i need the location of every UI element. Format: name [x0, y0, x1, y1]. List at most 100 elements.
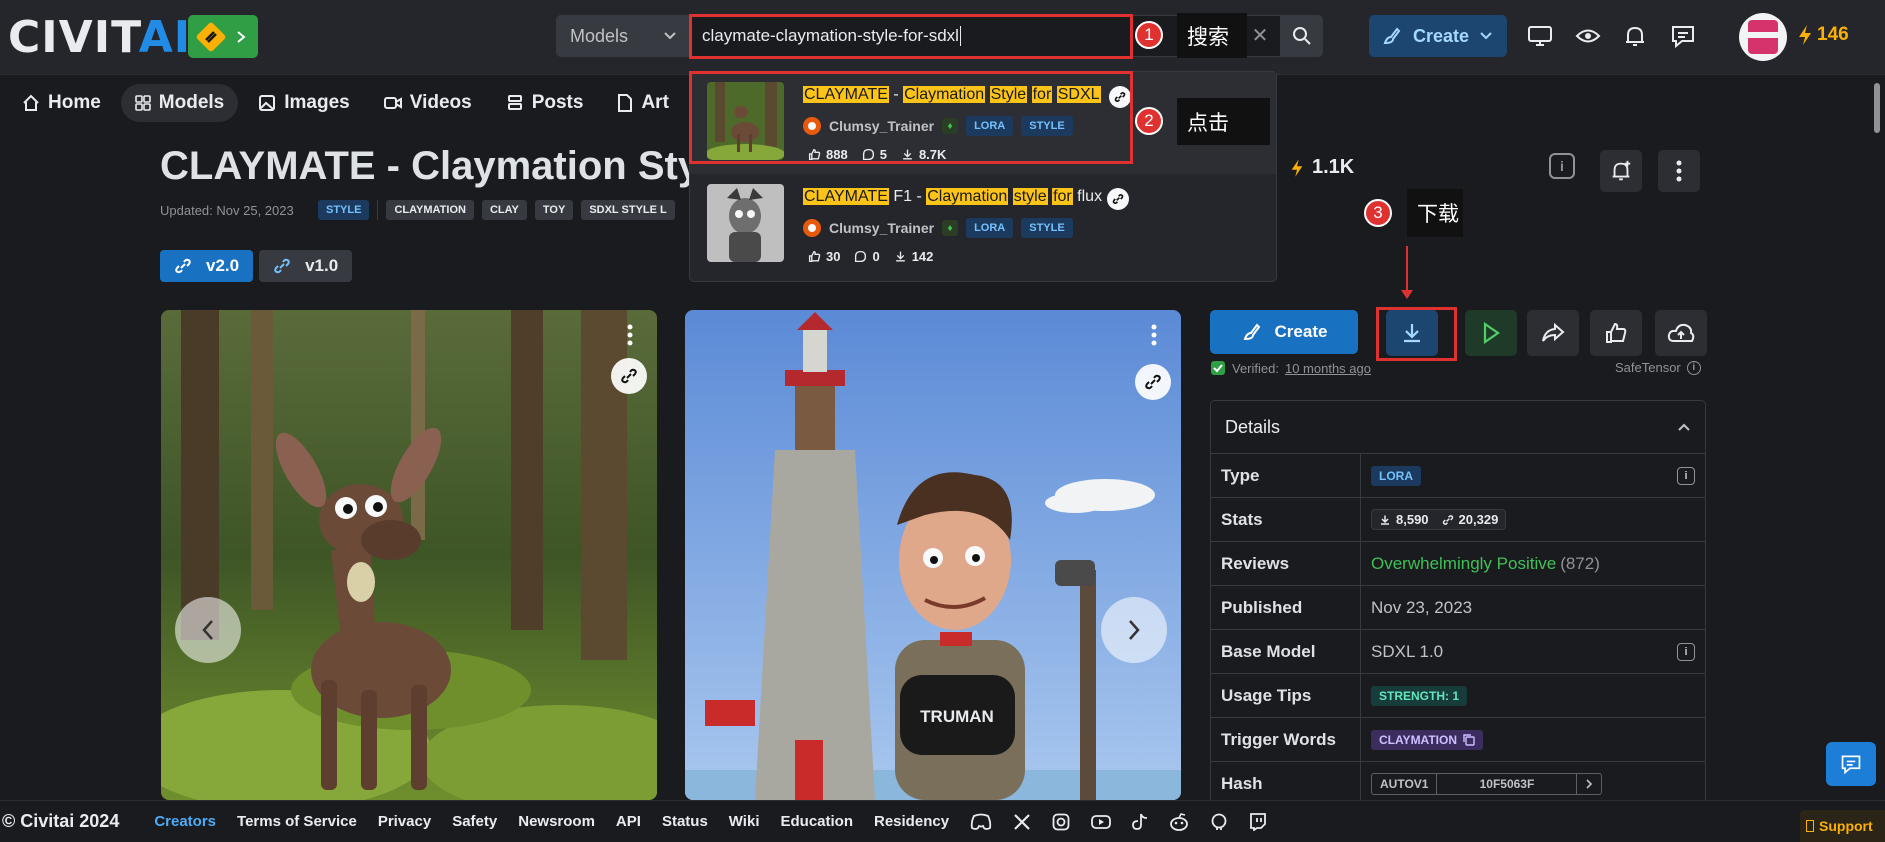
footer-link-wiki[interactable]: Wiki: [729, 813, 760, 830]
downloads-count: 142: [911, 249, 934, 264]
page-scrollbar[interactable]: [1874, 83, 1880, 133]
run-model-button[interactable]: [1465, 310, 1517, 356]
footer-link-residency[interactable]: Residency: [874, 813, 949, 830]
instagram-icon[interactable]: [1052, 813, 1070, 831]
reviews-summary-link[interactable]: Overwhelmingly Positive: [1371, 554, 1556, 574]
search-result-item[interactable]: CLAYMATE F1 - Claymation style for flux …: [690, 174, 1276, 276]
footer-link-api[interactable]: API: [616, 813, 641, 830]
tiktok-icon[interactable]: [1132, 813, 1148, 831]
dots-vertical-icon: [1676, 160, 1682, 182]
more-options-button[interactable]: [1658, 150, 1700, 192]
tag-divider: [377, 200, 379, 220]
carousel-prev-button[interactable]: [175, 597, 241, 663]
nav-articles-label: Art: [641, 92, 669, 113]
footer-link-privacy[interactable]: Privacy: [378, 813, 431, 830]
footer: © Civitai 2024 Creators Terms of Service…: [0, 800, 1885, 842]
clear-search-icon[interactable]: ✕: [1248, 23, 1272, 47]
youtube-icon[interactable]: [1091, 813, 1111, 831]
civitai-logo[interactable]: CIVITAI: [8, 12, 191, 63]
nav-models[interactable]: Models: [120, 84, 239, 122]
nav-home[interactable]: Home: [8, 84, 115, 122]
trigger-word-chip[interactable]: CLAYMATION: [1371, 729, 1483, 750]
eye-icon[interactable]: [1570, 18, 1606, 54]
search-category-select[interactable]: Models: [556, 15, 691, 57]
tag-chip[interactable]: TOY: [534, 200, 574, 220]
image-menu-icon[interactable]: [627, 324, 633, 346]
x-twitter-icon[interactable]: [1013, 813, 1031, 831]
creator-badge-icon: ♦: [942, 220, 959, 236]
search-button[interactable]: [1281, 15, 1323, 57]
nav-videos-label: Videos: [409, 92, 472, 113]
version-tab-v1[interactable]: v1.0: [259, 250, 353, 282]
footer-link-safety[interactable]: Safety: [452, 813, 497, 830]
info-icon[interactable]: i: [1677, 466, 1695, 485]
info-icon[interactable]: i: [1677, 642, 1695, 661]
tag-chip[interactable]: CLAY: [481, 200, 527, 220]
highlighted-match: CLAYMATE: [803, 188, 889, 205]
like-button[interactable]: [1590, 310, 1642, 356]
download-count-badge: 8,590 20,329: [1371, 509, 1507, 530]
user-avatar[interactable]: [1739, 13, 1787, 61]
details-header[interactable]: Details: [1211, 401, 1705, 453]
layers-icon: [507, 95, 522, 110]
tag-chip[interactable]: SDXL STYLE L: [581, 200, 675, 220]
model-link-badge[interactable]: [1135, 364, 1171, 400]
preview-image-truman[interactable]: TRUMAN: [685, 310, 1181, 800]
footer-link-newsroom[interactable]: Newsroom: [518, 813, 595, 830]
published-date: Nov 23, 2023: [1371, 597, 1473, 617]
footer-link-creators[interactable]: Creators: [154, 813, 216, 830]
buzz-count: 146: [1817, 24, 1849, 45]
discord-icon[interactable]: [970, 813, 992, 831]
tag-chip[interactable]: CLAYMATION: [386, 200, 474, 220]
preview-image-deer[interactable]: [161, 310, 657, 800]
reddit-icon[interactable]: [1169, 812, 1189, 831]
create-menu-button[interactable]: Create: [1369, 15, 1507, 57]
cloud-upload-button[interactable]: [1655, 310, 1707, 356]
comment-icon: [855, 250, 867, 263]
create-button[interactable]: Create: [1210, 310, 1358, 354]
row-label: Type: [1211, 454, 1361, 497]
title-fragment: flux: [1072, 188, 1103, 205]
buzz-total[interactable]: 1.1K: [1290, 156, 1354, 179]
monitor-icon[interactable]: [1522, 18, 1558, 54]
nav-images-label: Images: [284, 92, 350, 113]
chevron-down-icon: [1480, 32, 1492, 40]
nav-videos[interactable]: Videos: [370, 84, 486, 122]
verified-shield-icon: [1211, 361, 1225, 375]
footer-link-terms[interactable]: Terms of Service: [237, 813, 357, 830]
annotation-arrow-head: [1401, 290, 1413, 299]
info-icon[interactable]: i: [1549, 153, 1575, 179]
generator-toggle-button[interactable]: [188, 15, 258, 58]
brush-icon: [1383, 27, 1401, 45]
hash-widget[interactable]: AUTOV1 10F5063F: [1371, 772, 1603, 795]
annotation-box-download: [1376, 307, 1457, 361]
verified-time-link[interactable]: 10 months ago: [1285, 361, 1371, 376]
search-category-label: Models: [570, 25, 629, 46]
chat-support-button[interactable]: [1826, 742, 1876, 786]
footer-link-status[interactable]: Status: [662, 813, 708, 830]
nav-images[interactable]: Images: [244, 84, 363, 122]
support-button[interactable]: Support: [1800, 810, 1885, 842]
image-menu-icon[interactable]: [1151, 324, 1157, 346]
github-icon[interactable]: [1210, 813, 1228, 831]
footer-link-education[interactable]: Education: [780, 813, 853, 830]
carousel-next-button[interactable]: [1101, 597, 1167, 663]
version-tab-v2[interactable]: v2.0: [160, 250, 254, 282]
bell-icon[interactable]: [1617, 18, 1653, 54]
twitch-icon[interactable]: [1249, 812, 1267, 831]
notify-model-button[interactable]: [1600, 150, 1642, 192]
tag-chip[interactable]: STYLE: [318, 200, 370, 220]
share-button[interactable]: [1527, 310, 1579, 356]
home-icon: [23, 94, 39, 111]
nav-posts[interactable]: Posts: [492, 84, 598, 122]
nav-articles[interactable]: Art: [603, 84, 682, 122]
details-row-usage-tips: Usage Tips STRENGTH: 1: [1211, 673, 1705, 717]
row-label: Stats: [1211, 498, 1361, 541]
chat-icon[interactable]: [1665, 18, 1701, 54]
annotation-note-search: 搜索: [1177, 13, 1247, 58]
buzz-balance[interactable]: 146: [1797, 24, 1849, 46]
model-link-badge[interactable]: [611, 358, 647, 394]
link-icon: [621, 368, 637, 384]
info-icon[interactable]: i: [1686, 360, 1701, 375]
link-icon: [175, 258, 191, 274]
